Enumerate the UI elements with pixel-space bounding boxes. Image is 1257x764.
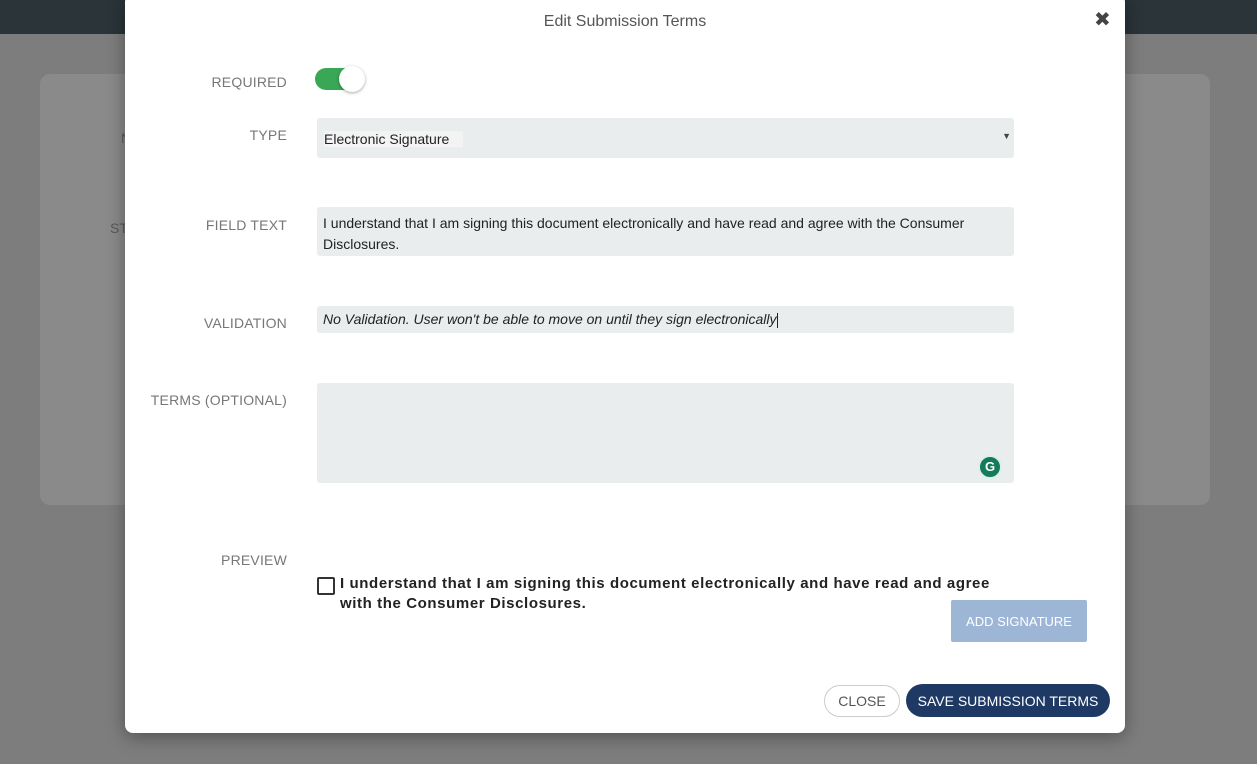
chevron-down-icon[interactable]: ▼ [1002,131,1011,141]
field-text-label: FIELD TEXT [205,217,287,233]
close-icon[interactable]: ✖ [1094,10,1111,30]
toggle-knob [339,66,365,92]
edit-submission-terms-modal: Edit Submission Terms ✖ REQUIRED TYPE El… [125,0,1125,733]
preview-checkbox[interactable] [317,577,335,595]
validation-label: VALIDATION [203,315,287,331]
field-text-input[interactable]: I understand that I am signing this docu… [317,207,1014,256]
preview-checkbox-text: I understand that I am signing this docu… [340,575,990,612]
text-cursor [776,312,778,328]
save-submission-terms-button[interactable]: SAVE SUBMISSION TERMS [906,684,1110,717]
modal-title: Edit Submission Terms [543,13,707,30]
terms-textarea[interactable]: G [317,383,1014,483]
validation-input[interactable]: No Validation. User won't be able to mov… [317,306,1014,333]
type-select[interactable]: Electronic Signature ▼ [317,118,1014,158]
validation-value: No Validation. User won't be able to mov… [323,311,777,327]
terms-label: TERMS (OPTIONAL) [150,392,287,408]
add-signature-button[interactable]: ADD SIGNATURE [951,600,1087,642]
type-selected-value: Electronic Signature [324,131,464,147]
close-button[interactable]: CLOSE [824,685,900,717]
grammarly-icon[interactable]: G [978,455,1002,479]
required-toggle[interactable] [315,66,365,93]
required-label: REQUIRED [211,74,287,90]
type-label: TYPE [249,127,287,143]
preview-label: PREVIEW [221,552,287,568]
